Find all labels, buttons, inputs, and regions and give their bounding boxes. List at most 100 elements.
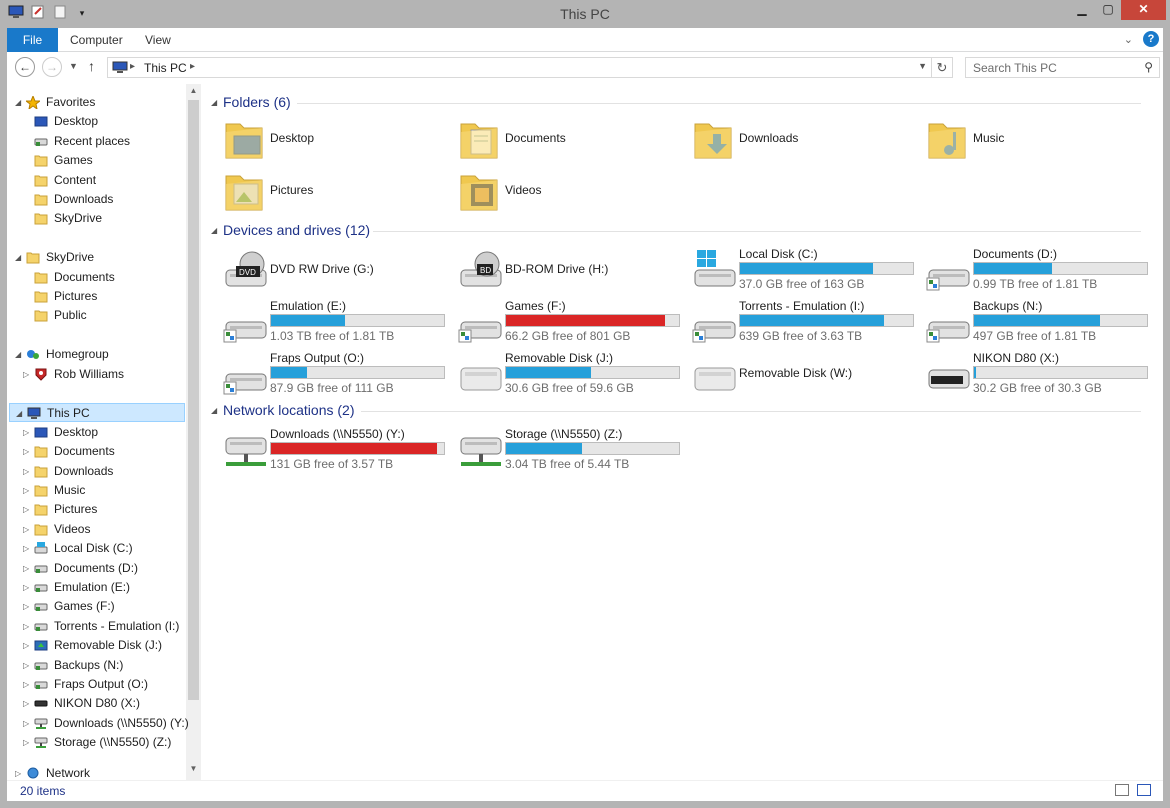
- expand-arrow-icon[interactable]: ▷: [23, 423, 32, 442]
- folder-tile-pictures[interactable]: Pictures: [222, 168, 452, 218]
- expand-arrow-icon[interactable]: ▷: [23, 694, 32, 713]
- drive-tile-emulation-e[interactable]: Emulation (E:) 1.03 TB free of 1.81 TB: [222, 299, 454, 349]
- drive-tile-backups-n[interactable]: Backups (N:) 497 GB free of 1.81 TB: [925, 299, 1157, 349]
- expand-arrow-icon[interactable]: ▷: [23, 481, 32, 500]
- collapse-group-icon[interactable]: ◢: [211, 98, 217, 107]
- large-icons-view-icon[interactable]: [1137, 784, 1151, 796]
- folder-tile-music[interactable]: Music: [925, 116, 1155, 166]
- drive-tile-removable-disk-w[interactable]: Removable Disk (W:): [691, 351, 923, 401]
- folder-name: Music: [973, 131, 1005, 145]
- breadcrumb[interactable]: This PC: [144, 61, 187, 75]
- expand-arrow-icon[interactable]: ▷: [23, 539, 32, 558]
- close-button[interactable]: ✕: [1121, 0, 1166, 20]
- drive-tile-torrents-emulation-i[interactable]: Torrents - Emulation (I:) 639 GB free of …: [691, 299, 923, 349]
- expand-arrow-icon[interactable]: ▷: [23, 597, 32, 616]
- expand-arrow-icon[interactable]: ▷: [23, 365, 32, 384]
- nav-item-label: Torrents - Emulation (I:): [54, 618, 180, 633]
- expand-arrow-icon[interactable]: ▷: [23, 656, 32, 675]
- scroll-thumb[interactable]: [188, 100, 199, 700]
- expand-ribbon-icon[interactable]: ⌄: [1124, 33, 1133, 46]
- drive-tile-removable-disk-j[interactable]: Removable Disk (J:) 30.6 GB free of 59.6 …: [457, 351, 689, 401]
- drive-tile-games-f[interactable]: Games (F:) 66.2 GB free of 801 GB: [457, 299, 689, 349]
- drive-icon: [34, 620, 48, 633]
- folder-music-icon: [925, 116, 973, 164]
- collapse-arrow-icon[interactable]: ◢: [16, 404, 25, 423]
- breadcrumb-separator-icon[interactable]: ▸: [190, 61, 195, 72]
- recent-locations-icon[interactable]: ▼: [69, 61, 78, 71]
- scroll-down-icon[interactable]: ▼: [186, 764, 201, 778]
- drive-tile-local-disk-c[interactable]: Local Disk (C:) 37.0 GB free of 163 GB: [691, 247, 923, 297]
- expand-arrow-icon[interactable]: ▷: [23, 520, 32, 539]
- nav-item-label: Downloads (\\N5550) (Y:): [54, 715, 189, 730]
- expand-arrow-icon[interactable]: ▷: [23, 559, 32, 578]
- forward-button[interactable]: →: [42, 57, 62, 77]
- expand-arrow-icon[interactable]: ▷: [15, 764, 24, 780]
- drive-icon: [34, 678, 48, 691]
- expand-arrow-icon[interactable]: ▷: [23, 675, 32, 694]
- expand-arrow-icon[interactable]: ▷: [23, 500, 32, 519]
- group-title: Folders (6): [223, 94, 291, 110]
- refresh-button[interactable]: ↻: [931, 57, 953, 78]
- nav-item-label: Documents: [54, 444, 115, 459]
- capacity-bar: [739, 262, 914, 275]
- drive-tile-nikon-d80-x[interactable]: NIKON D80 (X:) 30.2 GB free of 30.3 GB: [925, 351, 1157, 401]
- free-space: 30.2 GB free of 30.3 GB: [973, 381, 1102, 395]
- collapse-arrow-icon[interactable]: ◢: [15, 93, 24, 112]
- folder-tile-videos[interactable]: Videos: [457, 168, 687, 218]
- view-switcher: [1115, 784, 1151, 796]
- expand-arrow-icon[interactable]: ▷: [23, 733, 32, 752]
- back-button[interactable]: ←: [15, 57, 35, 77]
- expand-arrow-icon[interactable]: ▷: [23, 578, 32, 597]
- removable-icon: [34, 639, 48, 652]
- breadcrumb-separator-icon[interactable]: ▸: [130, 61, 135, 72]
- address-bar[interactable]: ▸ This PC ▸ ▼: [107, 57, 932, 78]
- capacity-bar: [505, 442, 680, 455]
- address-dropdown-icon[interactable]: ▼: [918, 61, 927, 71]
- free-space: 639 GB free of 3.63 TB: [739, 329, 863, 343]
- folder-tile-desktop[interactable]: Desktop: [222, 116, 452, 166]
- window-title: This PC: [560, 6, 610, 22]
- nav-scrollbar[interactable]: ▲ ▼: [186, 84, 201, 780]
- drive-tile-downloads-n5550-y[interactable]: Downloads (\\N5550) (Y:) 131 GB free of 3…: [222, 427, 454, 477]
- search-input[interactable]: Search This PC ⚲: [965, 57, 1160, 78]
- drive-name: Removable Disk (W:): [739, 366, 853, 380]
- drive-tile-storage-n5550-z[interactable]: Storage (\\N5550) (Z:) 3.04 TB free of 5.…: [457, 427, 689, 477]
- scroll-up-icon[interactable]: ▲: [186, 86, 201, 100]
- nav-item-this-pc[interactable]: ◢ This PC: [9, 403, 185, 423]
- drive-tile-documents-d[interactable]: Documents (D:) 0.99 TB free of 1.81 TB: [925, 247, 1157, 297]
- tab-computer[interactable]: Computer: [58, 28, 135, 52]
- minimize-button[interactable]: ▁: [1069, 0, 1095, 20]
- folder-tile-downloads[interactable]: Downloads: [691, 116, 921, 166]
- nav-item-label: Content: [54, 172, 97, 187]
- collapse-group-icon[interactable]: ◢: [211, 406, 217, 415]
- up-button[interactable]: ↑: [88, 58, 95, 74]
- group-header[interactable]: ◢ Devices and drives (12): [201, 221, 1151, 241]
- group-header[interactable]: ◢ Folders (6): [201, 93, 1151, 113]
- search-icon[interactable]: ⚲: [1144, 60, 1153, 74]
- group-header[interactable]: ◢ Network locations (2): [201, 401, 1151, 421]
- expand-arrow-icon[interactable]: ▷: [23, 617, 32, 636]
- folder-documents-icon: [457, 116, 505, 164]
- nav-item-label: Downloads: [54, 192, 114, 206]
- drive-tile-dvd-rw-drive-g[interactable]: DVD DVD RW Drive (G:): [222, 247, 454, 297]
- drive-tile-fraps-output-o[interactable]: Fraps Output (O:) 87.9 GB free of 111 GB: [222, 351, 454, 401]
- drive-name: Downloads (\\N5550) (Y:): [270, 427, 405, 441]
- drive-tile-bd-rom-drive-h[interactable]: BD BD-ROM Drive (H:): [457, 247, 689, 297]
- tab-file[interactable]: File: [7, 28, 58, 52]
- expand-arrow-icon[interactable]: ▷: [23, 442, 32, 461]
- details-view-icon[interactable]: [1115, 784, 1129, 796]
- maximize-button[interactable]: ▢: [1095, 0, 1121, 20]
- collapse-arrow-icon[interactable]: ◢: [15, 345, 24, 364]
- help-icon[interactable]: ?: [1143, 31, 1159, 47]
- expand-arrow-icon[interactable]: ▷: [23, 636, 32, 655]
- windows-drive-icon: [691, 250, 739, 292]
- folder-tile-documents[interactable]: Documents: [457, 116, 687, 166]
- drive-icon: [34, 659, 48, 672]
- collapse-group-icon[interactable]: ◢: [211, 226, 217, 235]
- expand-arrow-icon[interactable]: ▷: [23, 714, 32, 733]
- collapse-arrow-icon[interactable]: ◢: [15, 248, 24, 267]
- ribbon-controls: ⌄ ?: [1124, 31, 1159, 47]
- nav-item-label: Backups (N:): [54, 657, 124, 672]
- expand-arrow-icon[interactable]: ▷: [23, 462, 32, 481]
- tab-view[interactable]: View: [133, 28, 183, 52]
